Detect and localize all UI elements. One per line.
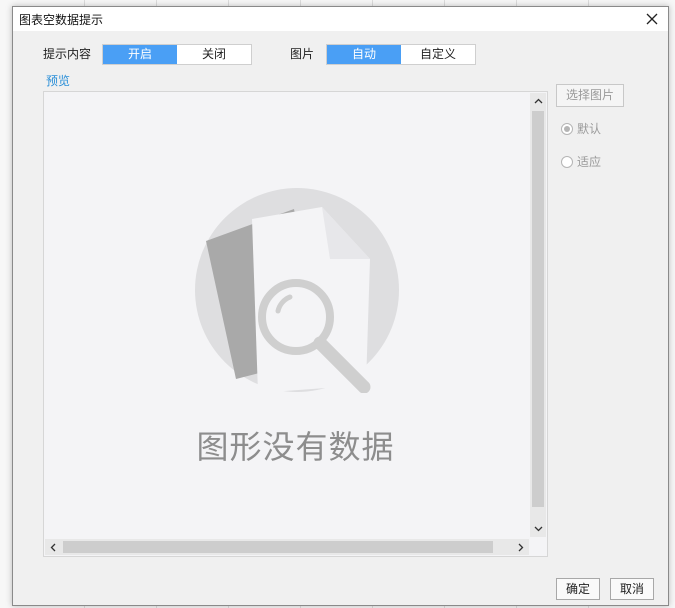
radio-fit[interactable]: 适应 [561, 153, 601, 170]
content-on-option[interactable]: 开启 [103, 45, 177, 64]
radio-default[interactable]: 默认 [561, 120, 601, 137]
empty-data-dialog: 图表空数据提示 提示内容 开启 关闭 图片 自动 自定义 预览 图形没有数据 选… [12, 6, 669, 606]
empty-message: 图形没有数据 [196, 428, 395, 466]
horizontal-scrollbar[interactable] [45, 539, 529, 555]
vertical-scroll-thumb[interactable] [532, 111, 544, 507]
image-custom-option[interactable]: 自定义 [401, 45, 475, 64]
scroll-right-icon[interactable] [513, 539, 529, 555]
select-image-button[interactable]: 选择图片 [556, 84, 624, 107]
horizontal-scroll-thumb[interactable] [63, 541, 493, 553]
image-label: 图片 [290, 47, 315, 61]
close-icon[interactable] [642, 9, 662, 29]
scroll-down-icon[interactable] [530, 521, 546, 537]
preview-panel: 图形没有数据 [43, 91, 548, 557]
no-data-illustration [194, 187, 400, 396]
content-off-option[interactable]: 关闭 [177, 45, 251, 64]
image-auto-option[interactable]: 自动 [327, 45, 401, 64]
ok-button[interactable]: 确定 [556, 578, 600, 600]
title-bar: 图表空数据提示 [13, 7, 668, 31]
image-toggle: 自动 自定义 [326, 44, 476, 65]
radio-unchecked-icon [561, 155, 573, 168]
radio-default-label: 默认 [577, 122, 602, 136]
vertical-scrollbar[interactable] [530, 93, 546, 537]
content-toggle: 开启 关闭 [102, 44, 252, 65]
cancel-button[interactable]: 取消 [610, 578, 654, 600]
preview-label: 预览 [46, 74, 71, 88]
dialog-title: 图表空数据提示 [19, 13, 104, 27]
scroll-left-icon[interactable] [45, 539, 61, 555]
scroll-up-icon[interactable] [530, 93, 546, 109]
radio-fit-label: 适应 [577, 155, 602, 169]
content-label: 提示内容 [43, 47, 92, 61]
radio-checked-icon [561, 122, 573, 135]
